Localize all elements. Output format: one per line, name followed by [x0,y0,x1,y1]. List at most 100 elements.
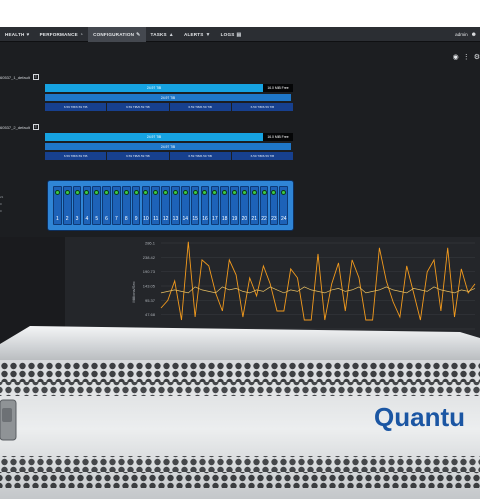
vdisk[interactable]: 6.59 TiB/6.59 TiB [231,103,293,111]
drive-slot[interactable]: 12 [161,186,170,225]
drive-status-led [241,190,247,195]
drive-status-led [232,190,238,195]
chart-y-tick-label: 190.73 [143,269,156,274]
drive-status-led [281,190,287,195]
nav-item-alerts[interactable]: ALERTS ▼ [179,27,216,42]
nav-item-label: LOGS [220,32,235,37]
drive-slot[interactable]: 23 [269,186,279,225]
drive-slot[interactable]: 15 [190,186,200,225]
drive-slot[interactable]: 14 [180,186,190,225]
top-navigation-bar: HEALTH ♥ PERFORMANCE ◔ CONFIGURATION ✎ TASKS ▲ A… [0,27,480,42]
drive-slot[interactable]: 17 [210,186,220,225]
drive-slot[interactable]: 6 [102,186,111,225]
settings-icon[interactable]: ⚙ [474,54,480,61]
drive-status-led [143,190,149,195]
pool-detail-icon[interactable]: ≡ [32,74,39,80]
person-icon: ▲ [168,31,174,38]
chart-y-tick-label: 238.42 [143,255,156,260]
vdisk[interactable]: 6.59 TiB/6.59 TiB [45,103,107,111]
vdisk-row: 6.59 TiB/6.59 TiB 6.59 TiB/6.59 TiB 6.59… [45,103,293,111]
drive-status-led [64,190,70,195]
drive-slot[interactable]: 13 [171,186,180,225]
vdisk[interactable]: 6.59 TiB/6.59 TiB [107,152,169,160]
drive-slot[interactable]: 3 [72,186,82,225]
vdisk-row: 6.59 TiB/6.59 TiB 6.59 TiB/6.59 TiB 6.59… [45,152,293,160]
drive-slot[interactable]: 5 [92,186,102,225]
chart-series-line [160,241,476,321]
drive-status-led [222,190,228,195]
nav-item-tasks[interactable]: TASKS ▲ [146,27,179,42]
drive-slot[interactable]: 8 [121,186,131,225]
view-toolbar: ◉ ⋮ ⚙ [453,54,480,61]
vdisk-label: 6.59 TiB/6.59 TiB [63,105,88,109]
user-menu[interactable]: admin ☻ [455,27,477,42]
nav-list: HEALTH ♥ PERFORMANCE ◔ CONFIGURATION ✎ TASKS ▲ A… [0,27,246,42]
side-tick-label: 0 [0,202,2,206]
brand-logo: Quantu [374,402,465,432]
nav-item-health[interactable]: HEALTH ♥ [0,27,35,42]
eye-icon[interactable]: ◉ [453,54,459,61]
vent-grille-bottom [0,456,480,472]
chart-series [160,241,476,321]
drive-status-led [123,190,129,195]
heart-icon: ♥ [26,31,30,38]
nav-item-label: PERFORMANCE [39,32,78,37]
nav-item-configuration[interactable]: CONFIGURATION ✎ [88,27,146,42]
vdisk[interactable]: 6.59 TiB/6.59 TiB [169,103,231,111]
drive-slot[interactable]: 7 [112,186,121,225]
chart-y-ticks: 286.1238.42190.73143.0595.3747.680 [143,241,156,332]
more-options-icon[interactable]: ⋮ [463,54,470,61]
drive-slot-number: 12 [162,216,169,222]
pool-used-segment: 24.97 TiB [45,84,263,92]
pool-detail-icon[interactable]: ≡ [32,124,39,130]
drive-status-led [192,190,198,195]
drive-slot-number: 7 [115,216,118,222]
side-tick-label: 21 [0,195,4,199]
drive-slot[interactable]: 16 [200,186,210,225]
vdisk-label: 6.59 TiB/6.59 TiB [126,105,150,109]
pool-free-segment: 16.0 MiB Free [263,84,293,92]
drive-slot-number: 3 [75,216,79,222]
side-tick-label: 0 [0,209,2,213]
drive-slot[interactable]: 22 [259,186,269,225]
pool-free-segment: 16.0 MiB Free [263,133,293,141]
drive-slot[interactable]: 10 [141,186,151,225]
vdisk[interactable]: 6.59 TiB/6.59 TiB [45,152,107,160]
nav-item-label: TASKS [150,32,167,37]
drive-slot-number: 23 [271,216,277,222]
chart-series-line [160,286,476,294]
drive-slot-number: 20 [241,216,248,222]
nav-item-logs[interactable]: LOGS ▤ [216,27,247,42]
drive-slot[interactable]: 19 [230,186,239,225]
drive-slot[interactable]: 21 [249,186,259,225]
pool-volume-bar[interactable]: 24.97 TiB [45,94,291,101]
vdisk-label: 6.59 TiB/6.59 TiB [250,105,275,109]
pool-free-value: 16.0 MiB Free [267,86,289,90]
drive-slot[interactable]: 18 [220,186,229,225]
vdisk[interactable]: 6.59 TiB/6.59 TiB [169,152,231,160]
nav-item-performance[interactable]: PERFORMANCE ◔ [35,27,88,42]
drive-slot-number: 2 [65,216,69,222]
chassis-lid [0,326,480,362]
vent-grille-top [0,362,480,382]
bell-icon: ▼ [205,31,211,38]
pool-volume-bar[interactable]: 24.97 TiB [45,143,291,150]
vdisk[interactable]: 6.59 TiB/6.59 TiB [107,103,169,111]
drive-slot[interactable]: 2 [62,186,72,225]
drive-slot[interactable]: 20 [240,186,249,225]
drive-slot[interactable]: 11 [151,186,161,225]
drive-slot-number: 6 [105,216,108,222]
vdisk[interactable]: 6.59 TiB/6.59 TiB [231,152,293,160]
drive-slot-number: 17 [212,216,218,222]
pool-usage-bar[interactable]: 24.97 TiB 16.0 MiB Free [45,133,293,141]
drive-slot[interactable]: 4 [82,186,92,225]
drive-slot[interactable]: 9 [131,186,141,225]
drive-status-led [74,190,80,195]
drive-slot[interactable]: 24 [279,186,289,225]
nav-item-label: HEALTH [5,32,25,37]
drive-slot[interactable]: 1 [53,186,62,225]
drive-status-led [113,190,119,195]
pool-usage-bar[interactable]: 24.97 TiB 16.0 MiB Free [45,84,293,92]
pool-volume-value: 24.97 TiB [160,95,176,100]
pool-name: 60537_1_default [0,74,30,80]
